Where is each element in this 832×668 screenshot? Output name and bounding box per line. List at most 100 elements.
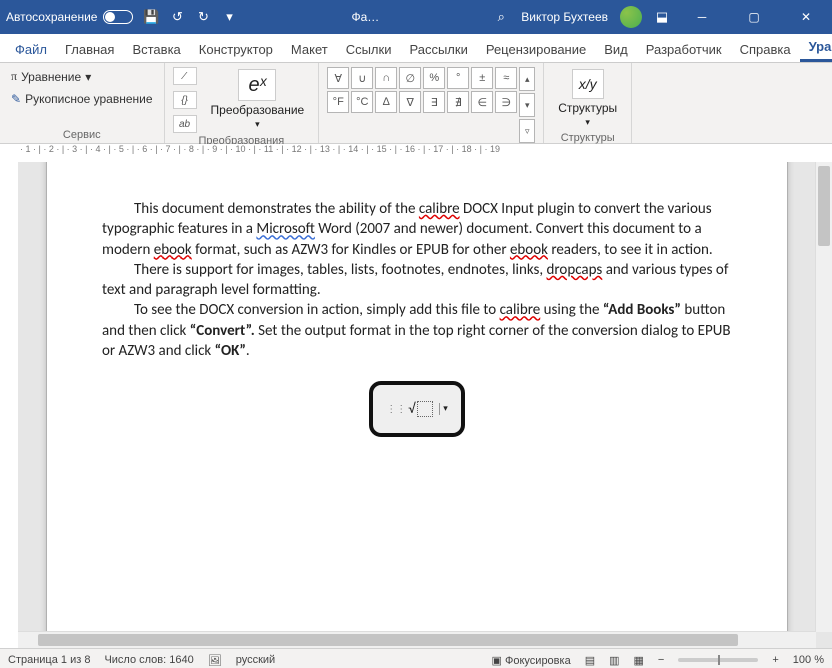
minimize-button[interactable]: ─ <box>682 10 722 24</box>
status-word-count[interactable]: Число слов: 1640 <box>104 654 193 666</box>
symbol-cell[interactable]: ∪ <box>351 67 373 89</box>
symbol-cell[interactable]: ≈ <box>495 67 517 89</box>
structures-button[interactable]: x/y Структуры ▾ <box>552 67 623 130</box>
symbol-grid[interactable]: ∀∪∩∅%°±≈ °F°C∆∇∃∄∈∋ <box>327 67 517 143</box>
view-read-icon[interactable]: ▥ <box>609 654 619 667</box>
symbol-scroll-down-icon[interactable]: ▾ <box>519 93 535 117</box>
group-symbols: ∀∪∩∅%°±≈°F°C∆∇∃∄∈∋ ▴ ▾ ▿ Символы <box>319 63 544 143</box>
group-tools-label: Сервис <box>8 127 156 141</box>
text-bold: “Add Books” <box>603 301 681 319</box>
chevron-down-icon: ▾ <box>255 119 260 130</box>
text: There is support for images, tables, lis… <box>134 261 547 279</box>
group-structures: x/y Структуры ▾ Структуры <box>544 63 632 143</box>
vertical-ruler[interactable] <box>0 162 19 648</box>
symbol-cell[interactable]: °F <box>327 91 349 113</box>
close-button[interactable]: ✕ <box>786 10 826 24</box>
equation-handle-icon[interactable]: ⋮⋮ <box>386 402 406 416</box>
symbol-cell[interactable]: ∋ <box>495 91 517 113</box>
redo-icon[interactable]: ↻ <box>195 9 211 25</box>
document-area: · 1 · | · 2 · | · 3 · | · 4 · | · 5 · | … <box>0 144 832 648</box>
symbol-cell[interactable]: ∆ <box>375 91 397 113</box>
symbol-cell[interactable]: ∈ <box>471 91 493 113</box>
tab-developer[interactable]: Разработчик <box>637 37 731 62</box>
status-page[interactable]: Страница 1 из 8 <box>8 654 90 666</box>
focus-label: Фокусировка <box>505 655 571 667</box>
autosave-switch-icon[interactable] <box>103 10 133 24</box>
ribbon-display-options-icon[interactable]: ⬓ <box>654 9 670 25</box>
ribbon-tabs: Файл Главная Вставка Конструктор Макет С… <box>0 34 832 63</box>
text-bold: “OK” <box>215 342 246 360</box>
tab-equation[interactable]: Уравнение <box>800 34 832 62</box>
tab-review[interactable]: Рецензирование <box>477 37 595 62</box>
text-bold: “Convert”. <box>190 322 255 340</box>
symbol-cell[interactable]: % <box>423 67 445 89</box>
save-icon[interactable]: 💾 <box>143 9 159 25</box>
horizontal-ruler[interactable]: · 1 · | · 2 · | · 3 · | · 4 · | · 5 · | … <box>0 144 832 163</box>
page-viewport: This document demonstrates the ability o… <box>18 162 816 632</box>
equation-placeholder[interactable]: ⋮⋮ √ ▾ <box>369 381 465 437</box>
view-print-icon[interactable]: ▤ <box>585 654 595 667</box>
proofing-icon[interactable]: 🖼 <box>208 654 222 667</box>
restore-button[interactable]: ▢ <box>734 10 774 24</box>
zoom-level[interactable]: 100 % <box>793 654 824 666</box>
page[interactable]: This document demonstrates the ability o… <box>46 162 788 632</box>
equation-dropdown-icon[interactable]: ▾ <box>439 403 448 415</box>
ink-equation-button[interactable]: ✎ Рукописное уравнение <box>8 90 156 108</box>
group-transforms: ⁄ {} ab eˣ Преобразование ▾ Преобразован… <box>165 63 320 143</box>
tab-help[interactable]: Справка <box>731 37 800 62</box>
tab-design[interactable]: Конструктор <box>190 37 282 62</box>
tab-insert[interactable]: Вставка <box>123 37 189 62</box>
vertical-scrollbar[interactable] <box>815 162 832 632</box>
user-avatar-icon[interactable] <box>620 6 642 28</box>
undo-icon[interactable]: ↺ <box>169 9 185 25</box>
autosave-toggle[interactable]: Автосохранение <box>6 10 133 24</box>
qat-dropdown-icon[interactable]: ▾ <box>221 9 237 25</box>
text-squiggle: ebook <box>154 241 192 259</box>
view-web-icon[interactable]: ▦ <box>634 654 644 667</box>
text-squiggle: Microsoft <box>256 220 315 238</box>
ink-icon: ✎ <box>11 92 21 106</box>
page-content[interactable]: This document demonstrates the ability o… <box>47 162 787 437</box>
tab-home[interactable]: Главная <box>56 37 123 62</box>
vertical-scroll-thumb[interactable] <box>818 166 830 246</box>
zoom-slider[interactable] <box>678 658 758 662</box>
text: To see the DOCX conversion in action, si… <box>134 301 500 319</box>
format-toggle-stack[interactable]: ⁄ {} ab <box>173 67 197 133</box>
chevron-down-icon: ▾ <box>85 70 91 84</box>
user-name[interactable]: Виктор Бухтеев <box>521 10 608 24</box>
group-tools: π Уравнение ▾ ✎ Рукописное уравнение Сер… <box>0 63 165 143</box>
title-bar: Автосохранение 💾 ↺ ↻ ▾ Фа… ⌕ Виктор Бухт… <box>0 0 832 34</box>
slash-icon: ⁄ <box>173 67 197 85</box>
equation-menu-button[interactable]: π Уравнение ▾ <box>8 67 94 86</box>
symbol-gallery-expand-icon[interactable]: ▿ <box>519 119 535 143</box>
tab-mailings[interactable]: Рассылки <box>400 37 476 62</box>
autosave-label: Автосохранение <box>6 10 97 24</box>
symbol-cell[interactable]: ∩ <box>375 67 397 89</box>
zoom-in-button[interactable]: + <box>772 654 778 666</box>
symbol-scroll-up-icon[interactable]: ▴ <box>519 67 535 91</box>
document-title: Фа… <box>237 10 493 24</box>
symbol-cell[interactable]: ± <box>471 67 493 89</box>
status-language[interactable]: русский <box>236 654 275 666</box>
symbol-cell[interactable]: ∄ <box>447 91 469 113</box>
tab-file[interactable]: Файл <box>6 37 56 62</box>
symbol-cell[interactable]: ∃ <box>423 91 445 113</box>
tab-references[interactable]: Ссылки <box>337 37 401 62</box>
tab-layout[interactable]: Макет <box>282 37 337 62</box>
tab-view[interactable]: Вид <box>595 37 637 62</box>
horizontal-scrollbar[interactable] <box>18 631 816 648</box>
symbol-cell[interactable]: ∅ <box>399 67 421 89</box>
symbol-cell[interactable]: ° <box>447 67 469 89</box>
equation-empty-box-icon <box>417 401 433 417</box>
transform-button[interactable]: eˣ Преобразование ▾ <box>205 67 311 132</box>
zoom-out-button[interactable]: − <box>658 654 664 666</box>
symbol-cell[interactable]: ∇ <box>399 91 421 113</box>
symbol-cell[interactable]: °C <box>351 91 373 113</box>
equation-menu-label: Уравнение <box>21 70 81 84</box>
chevron-down-icon: ▾ <box>585 117 590 128</box>
search-icon[interactable]: ⌕ <box>493 9 509 25</box>
focus-mode-button[interactable]: ▣ Фокусировка <box>492 654 571 667</box>
symbol-cell[interactable]: ∀ <box>327 67 349 89</box>
ex-icon: eˣ <box>238 69 276 101</box>
horizontal-scroll-thumb[interactable] <box>38 634 738 646</box>
